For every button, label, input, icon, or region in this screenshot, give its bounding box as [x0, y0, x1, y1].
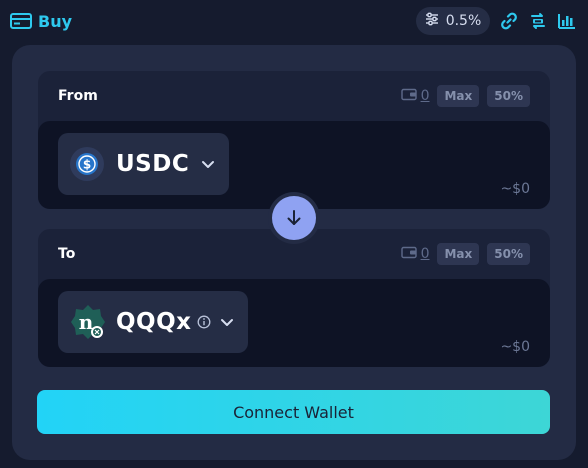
from-balance[interactable]: 0	[400, 88, 430, 105]
chevron-down-icon	[201, 160, 215, 169]
from-usd-value: ~$0	[500, 181, 530, 197]
to-input-area[interactable]: n QQQx ~$0	[38, 279, 550, 367]
to-half-button[interactable]: 50%	[487, 243, 530, 265]
buy-tab-label: Buy	[38, 11, 73, 31]
link-icon[interactable]	[498, 10, 520, 32]
from-balance-amount: 0	[420, 88, 430, 104]
to-token-select[interactable]: n QQQx	[58, 291, 248, 353]
connect-wallet-button[interactable]: Connect Wallet	[37, 390, 550, 434]
from-tools: 0 Max 50%	[400, 85, 530, 107]
chevron-down-icon	[220, 318, 234, 327]
refresh-icon[interactable]	[527, 10, 549, 32]
from-token-name: USDC	[116, 151, 190, 177]
wallet-icon	[400, 246, 417, 263]
to-balance-amount: 0	[420, 246, 430, 262]
from-max-button[interactable]: Max	[437, 85, 480, 107]
to-max-button[interactable]: Max	[437, 243, 480, 265]
to-usd-value: ~$0	[500, 339, 530, 355]
info-icon[interactable]	[197, 315, 211, 329]
top-bar: Buy 0.5%	[0, 0, 588, 42]
wallet-icon	[400, 88, 417, 105]
to-tools: 0 Max 50%	[400, 243, 530, 265]
svg-text:$: $	[83, 158, 91, 172]
usdc-icon: $	[70, 147, 104, 181]
arrow-down-icon	[284, 208, 304, 228]
to-label: To	[58, 246, 76, 262]
from-token-select[interactable]: $ USDC	[58, 133, 230, 195]
swap-direction-button[interactable]	[272, 196, 316, 240]
chart-icon[interactable]	[556, 10, 578, 32]
to-token-name: QQQx	[116, 309, 192, 335]
from-label: From	[58, 88, 98, 104]
slippage-button[interactable]: 0.5%	[416, 7, 490, 35]
buy-tab[interactable]: Buy	[10, 9, 72, 33]
sliders-icon	[425, 12, 439, 30]
to-panel: To 0 Max 50% n QQQx ~$0	[38, 229, 550, 367]
card-icon	[10, 13, 32, 29]
to-balance[interactable]: 0	[400, 246, 430, 263]
qqqx-icon: n	[70, 304, 106, 340]
from-panel: From 0 Max 50% $ USDC ~$0	[38, 71, 550, 209]
from-half-button[interactable]: 50%	[487, 85, 530, 107]
slippage-value: 0.5%	[445, 13, 482, 29]
